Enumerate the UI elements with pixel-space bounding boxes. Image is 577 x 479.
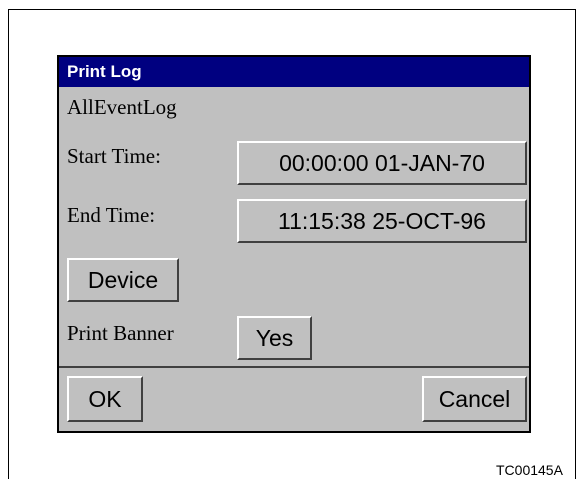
dialog-title: Print Log: [59, 57, 529, 87]
ok-button[interactable]: OK: [67, 376, 143, 422]
figure-caption: TC00145A: [496, 462, 563, 478]
end-time-button[interactable]: 11:15:38 25-OCT-96: [237, 199, 527, 243]
dialog-divider: [59, 366, 529, 368]
start-time-button[interactable]: 00:00:00 01-JAN-70: [237, 141, 527, 185]
print-log-dialog: Print Log AllEventLog Start Time: 00:00:…: [57, 55, 531, 433]
print-banner-button[interactable]: Yes: [237, 316, 312, 360]
cancel-button[interactable]: Cancel: [422, 376, 527, 422]
log-name-label: AllEventLog: [67, 95, 177, 119]
end-time-label: End Time:: [67, 203, 156, 227]
print-banner-label: Print Banner: [67, 321, 174, 345]
device-button[interactable]: Device: [67, 258, 179, 302]
start-time-label: Start Time:: [67, 144, 161, 168]
